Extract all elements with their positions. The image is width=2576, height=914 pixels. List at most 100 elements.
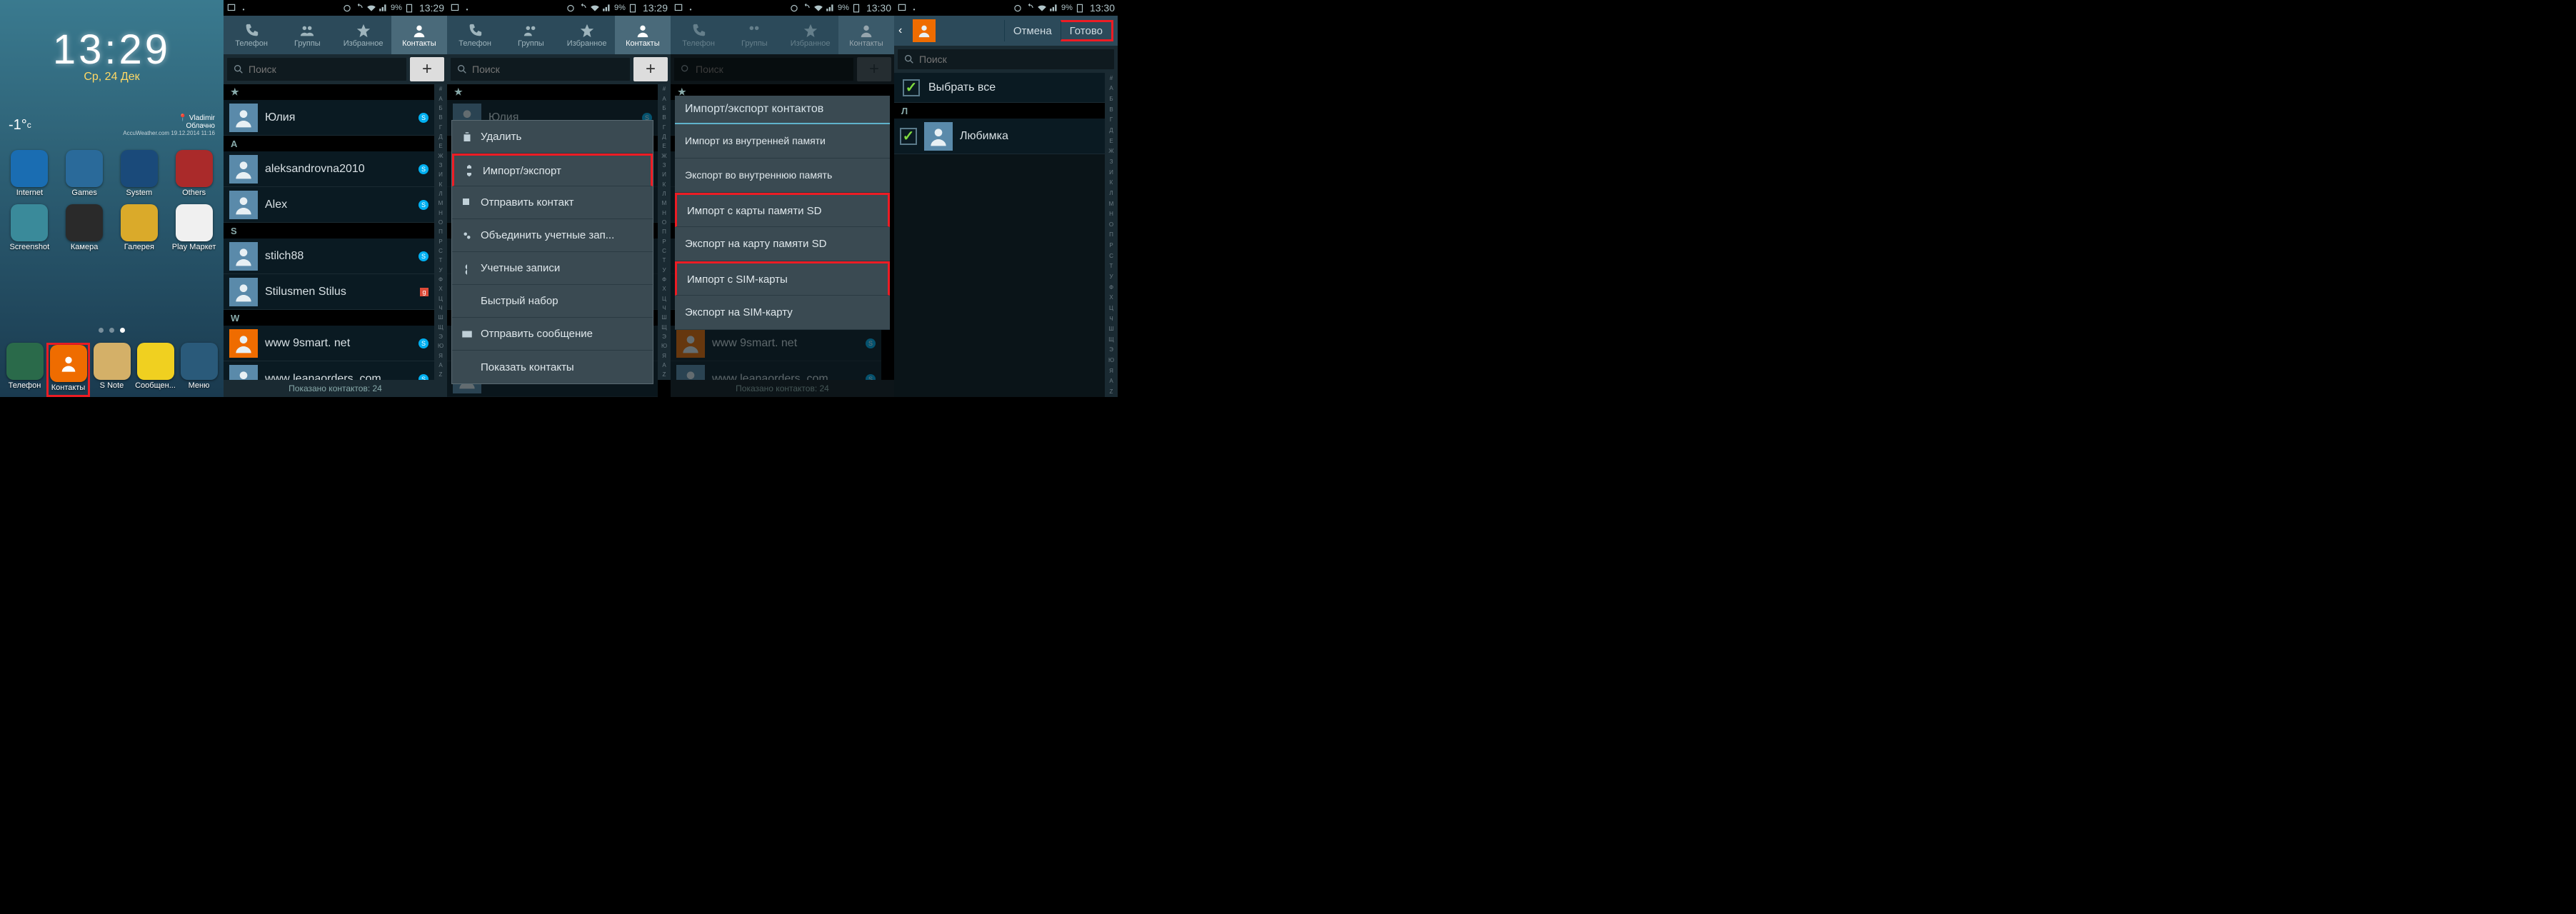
tab-contacts[interactable]: Контакты [615,16,671,54]
index-letter[interactable]: А [434,96,447,102]
tab-contacts[interactable]: Контакты [391,16,447,54]
index-letter[interactable]: Ш [658,314,671,321]
index-letter[interactable]: К [658,181,671,188]
index-letter[interactable]: У [658,267,671,273]
dialog-option[interactable]: Импорт с карты памяти SD [675,193,890,227]
index-letter[interactable]: Ж [434,153,447,159]
index-letter[interactable]: Ж [1105,148,1118,154]
index-letter[interactable]: Ш [434,314,447,321]
search-field[interactable] [249,64,401,75]
select-all-row[interactable]: ✓ Выбрать все [894,73,1105,103]
dialog-option[interactable]: Экспорт на карту памяти SD [675,227,890,261]
index-letter[interactable]: Л [658,191,671,197]
index-letter[interactable]: A [434,362,447,368]
app-others[interactable]: Others [169,150,219,197]
index-letter[interactable]: A [658,362,671,368]
menu-item[interactable]: Показать контакты [452,351,653,383]
index-letter[interactable]: A [1105,378,1118,384]
dialog-option[interactable]: Импорт из внутренней памяти [675,124,890,159]
index-letter[interactable]: М [1105,201,1118,207]
index-scrollbar[interactable]: #АБВГДЕЖЗИКЛМНОПРСТУФХЦЧШЩЭЮЯAZ [658,84,671,380]
index-letter[interactable]: # [1105,75,1118,81]
index-letter[interactable]: Е [1105,138,1118,144]
contact-checkbox[interactable]: ✓ [900,128,917,145]
menu-item[interactable]: Импорт/экспорт [452,154,653,186]
index-letter[interactable]: В [434,114,447,121]
search-input[interactable] [226,57,407,81]
index-letter[interactable]: З [658,162,671,169]
index-letter[interactable]: Г [434,124,447,131]
dock-телефон[interactable]: Телефон [3,343,46,397]
app-internet[interactable]: Internet [4,150,55,197]
index-letter[interactable]: И [434,171,447,178]
index-letter[interactable]: Э [1105,346,1118,353]
index-letter[interactable]: Д [434,134,447,140]
index-letter[interactable]: Ж [658,153,671,159]
index-letter[interactable]: Х [658,286,671,292]
dock-меню[interactable]: Меню [177,343,221,397]
index-letter[interactable]: А [658,96,671,102]
menu-item[interactable]: Отправить сообщение [452,318,653,351]
index-letter[interactable]: Е [434,143,447,149]
index-letter[interactable]: Z [434,371,447,378]
index-letter[interactable]: Л [434,191,447,197]
index-letter[interactable]: З [1105,159,1118,165]
dock-сообщен...[interactable]: Сообщен... [134,343,177,397]
index-letter[interactable]: Ц [1105,305,1118,311]
index-letter[interactable]: У [434,267,447,273]
index-letter[interactable]: В [1105,106,1118,113]
contact-row[interactable]: aleksandrovna2010S [224,151,434,187]
index-letter[interactable]: С [434,248,447,254]
index-letter[interactable]: З [434,162,447,169]
index-letter[interactable]: Z [1105,388,1118,395]
index-scrollbar[interactable]: #АБВГДЕЖЗИКЛМНОПРСТУФХЦЧШЩЭЮЯAZ [1105,73,1118,397]
index-letter[interactable]: Ф [658,276,671,283]
index-letter[interactable]: Е [658,143,671,149]
index-letter[interactable]: Х [434,286,447,292]
menu-item[interactable]: Отправить контакт [452,186,653,219]
tab-favorites[interactable]: Избранное [336,16,391,54]
search-field[interactable] [919,54,1108,65]
index-letter[interactable]: # [434,86,447,92]
contact-row[interactable]: stilch88S [224,238,434,274]
index-letter[interactable]: О [434,219,447,226]
app-камера[interactable]: Камера [59,204,110,251]
index-letter[interactable]: Н [434,210,447,216]
tab-phone[interactable]: Телефон [447,16,503,54]
tab-favorites[interactable]: Избранное [559,16,615,54]
tab-groups[interactable]: Группы [279,16,335,54]
index-letter[interactable]: Ф [1105,284,1118,291]
index-letter[interactable]: Ф [434,276,447,283]
index-letter[interactable]: У [1105,273,1118,280]
index-letter[interactable]: П [434,228,447,235]
menu-item[interactable]: Удалить [452,121,653,154]
index-letter[interactable]: Ю [434,343,447,349]
index-letter[interactable]: Н [658,210,671,216]
index-letter[interactable]: Д [658,134,671,140]
index-letter[interactable]: И [1105,169,1118,176]
select-all-checkbox[interactable]: ✓ [903,79,920,96]
index-letter[interactable]: О [658,219,671,226]
back-button[interactable]: ‹ [898,20,908,41]
index-letter[interactable]: Н [1105,211,1118,217]
page-indicator[interactable] [0,328,224,333]
add-contact-button[interactable]: + [410,57,444,81]
contact-row[interactable]: www leanaorders. comS [224,361,434,380]
search-input[interactable] [450,57,631,81]
index-letter[interactable]: П [658,228,671,235]
index-letter[interactable]: Т [434,257,447,263]
index-letter[interactable]: Ю [1105,357,1118,363]
contact-row[interactable]: www 9smart. netS [671,326,881,361]
index-letter[interactable]: М [658,200,671,206]
index-letter[interactable]: С [1105,253,1118,259]
index-letter[interactable]: Г [1105,116,1118,123]
contact-row[interactable]: AlexS [224,187,434,223]
index-letter[interactable]: Х [1105,294,1118,301]
index-letter[interactable]: Д [1105,127,1118,134]
index-letter[interactable]: Ч [434,305,447,311]
index-letter[interactable]: В [658,114,671,121]
index-letter[interactable]: А [1105,85,1118,91]
index-letter[interactable]: Л [1105,190,1118,196]
index-letter[interactable]: Щ [658,324,671,331]
index-letter[interactable]: Ю [658,343,671,349]
